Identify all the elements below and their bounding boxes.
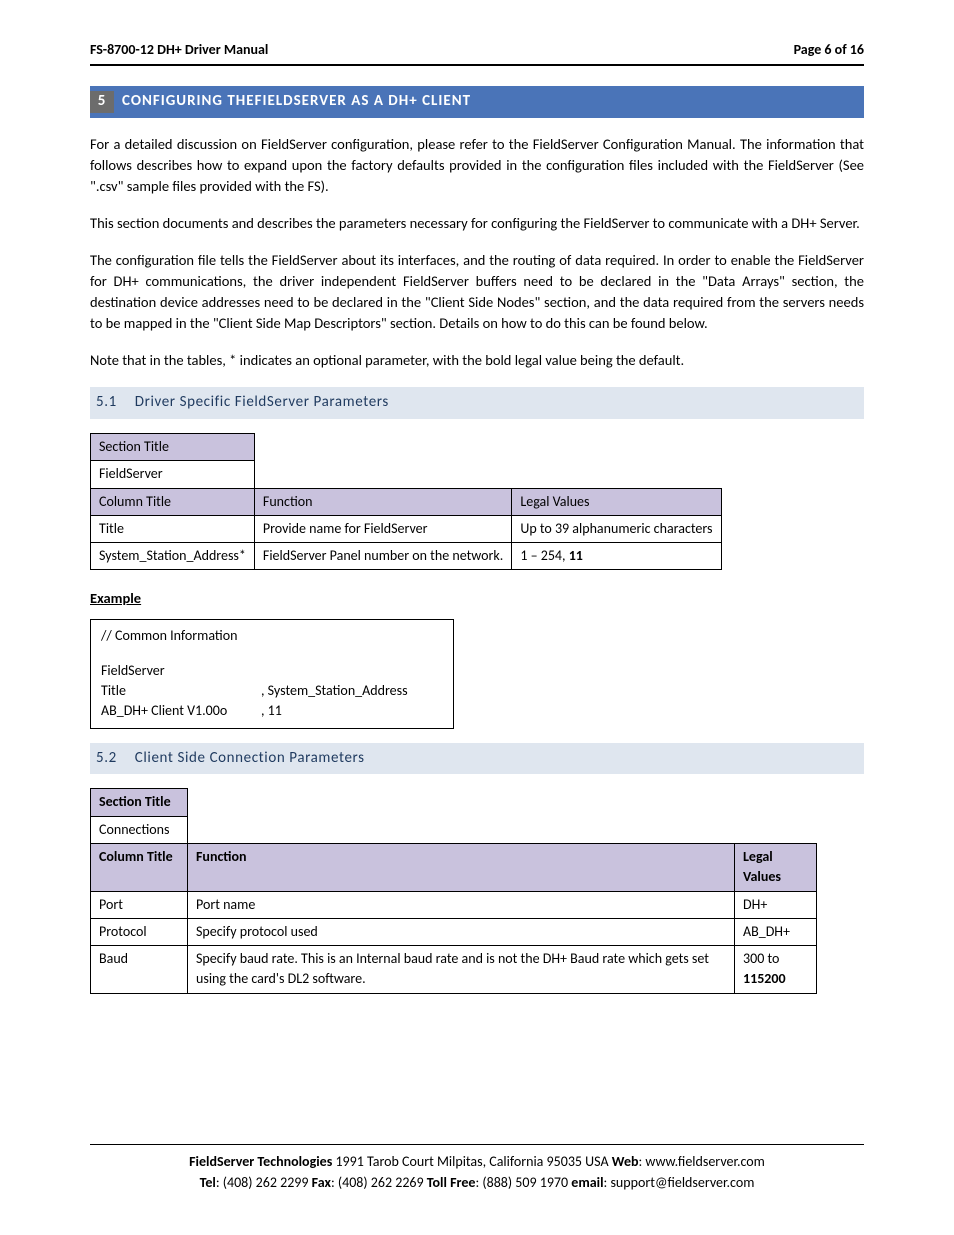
subsection-number: 5.2 (96, 749, 117, 767)
cell: Port name (188, 891, 735, 918)
example-box: // Common Information FieldServer Title … (90, 619, 454, 728)
doc-title: FS-8700-12 DH+ Driver Manual (90, 40, 268, 60)
table-row: Column Title Function Legal Values (91, 843, 817, 891)
table-row: Protocol Specify protocol used AB_DH+ (91, 918, 817, 945)
footer-divider (90, 1144, 864, 1145)
paragraph-1: For a detailed discussion on FieldServer… (90, 134, 864, 197)
table-row: Port Port name DH+ (91, 891, 817, 918)
paragraph-2: This section documents and describes the… (90, 213, 864, 234)
cell: 1 – 254, 11 (512, 543, 721, 570)
cell-section-title-value: FieldServer (91, 461, 255, 488)
cell: System_Station_Address* (91, 543, 255, 570)
page-number: Page 6 of 16 (794, 40, 864, 60)
cell-header-func: Function (254, 488, 511, 515)
cell-header-col: Column Title (91, 488, 255, 515)
cell-section-title-label: Section Title (91, 789, 188, 816)
cell: Title (91, 515, 255, 542)
subsection-title: Client Side Connection Parameters (135, 749, 365, 767)
footer-line-2: Tel: (408) 262 2299 Fax: (408) 262 2269 … (90, 1172, 864, 1193)
page-footer: FieldServer Technologies 1991 Tarob Cour… (90, 1151, 864, 1193)
subsection-5-2-heading: 5.2 Client Side Connection Parameters (90, 743, 864, 775)
table-row: Section Title (91, 789, 817, 816)
cell-section-title-value: Connections (91, 816, 188, 843)
page-header: FS-8700-12 DH+ Driver Manual Page 6 of 1… (90, 40, 864, 66)
section-5-heading: 5 CONFIGURING THEFIELDSERVER AS A DH+ CLI… (90, 86, 864, 118)
example-line: AB_DH+ Client V1.00o , 11 (101, 701, 443, 721)
table-row: System_Station_Address* FieldServer Pane… (91, 543, 722, 570)
example-line: Title , System_Station_Address (101, 681, 443, 701)
subsection-title: Driver Specific FieldServer Parameters (135, 393, 389, 411)
cell: Port (91, 891, 188, 918)
table-row: Title Provide name for FieldServer Up to… (91, 515, 722, 542)
table-5-2: Section Title Connections Column Title F… (90, 788, 817, 993)
cell: FieldServer Panel number on the network. (254, 543, 511, 570)
cell-header-col: Column Title (91, 843, 188, 891)
subsection-5-1-heading: 5.1 Driver Specific FieldServer Parameter… (90, 387, 864, 419)
cell: Baud (91, 946, 188, 994)
example-label: Example (90, 588, 864, 609)
table-row: Section Title (91, 433, 722, 460)
paragraph-3: The configuration file tells the FieldSe… (90, 250, 864, 334)
section-title: CONFIGURING THEFIELDSERVER AS A DH+ CLIE… (122, 92, 471, 110)
cell: Specify protocol used (188, 918, 735, 945)
cell: 300 to 115200 (735, 946, 817, 994)
table-row: Baud Specify baud rate. This is an Inter… (91, 946, 817, 994)
cell-section-title-label: Section Title (91, 433, 255, 460)
cell: DH+ (735, 891, 817, 918)
cell-header-legal: Legal Values (512, 488, 721, 515)
table-5-1: Section Title FieldServer Column Title F… (90, 433, 722, 570)
example-line: FieldServer (101, 661, 443, 681)
paragraph-4: Note that in the tables, * indicates an … (90, 350, 864, 371)
cell: Protocol (91, 918, 188, 945)
cell: Provide name for FieldServer (254, 515, 511, 542)
cell: AB_DH+ (735, 918, 817, 945)
cell: Specify baud rate. This is an Internal b… (188, 946, 735, 994)
table-row: FieldServer (91, 461, 722, 488)
cell-header-func: Function (188, 843, 735, 891)
cell: Up to 39 alphanumeric characters (512, 515, 721, 542)
footer-line-1: FieldServer Technologies 1991 Tarob Cour… (90, 1151, 864, 1172)
subsection-number: 5.1 (96, 393, 117, 411)
cell-header-legal: Legal Values (735, 843, 817, 891)
section-number: 5 (90, 91, 114, 113)
table-row: Column Title Function Legal Values (91, 488, 722, 515)
table-row: Connections (91, 816, 817, 843)
example-line: // Common Information (101, 626, 443, 646)
